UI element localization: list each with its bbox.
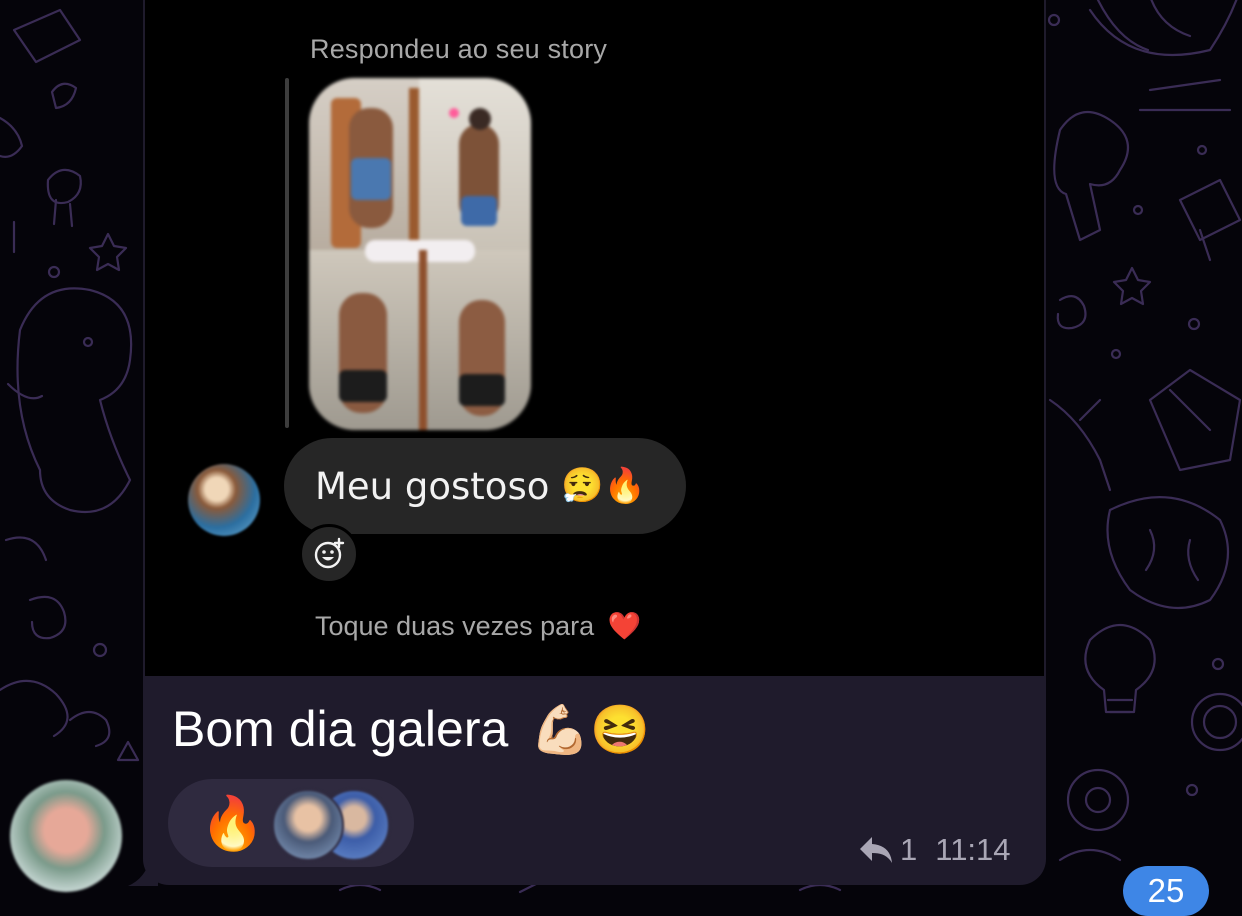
telegram-sender-avatar[interactable] — [10, 780, 122, 892]
message-caption: Bom dia galera 💪🏻😆 — [172, 700, 650, 758]
add-reaction-button[interactable] — [299, 524, 359, 584]
reply-indicator-bar — [285, 78, 289, 428]
reply-icon[interactable] — [858, 835, 894, 865]
heart-icon: ❤️ — [607, 611, 642, 641]
dm-message-bubble[interactable]: Meu gostoso 😮‍💨🔥 — [284, 438, 686, 534]
reaction-pill[interactable]: 🔥 — [168, 779, 414, 867]
reply-count[interactable]: 1 — [900, 832, 917, 868]
story-reply-label: Respondeu ao seu story — [310, 34, 608, 64]
sender-avatar[interactable] — [188, 464, 260, 536]
bubble-tail — [128, 858, 158, 886]
fire-reaction-emoji: 🔥 — [200, 795, 265, 853]
dm-message-emojis: 😮‍💨🔥 — [561, 466, 647, 506]
double-tap-hint-text: Toque duas vezes para — [315, 611, 595, 641]
message-time: 11:14 — [935, 832, 1011, 867]
double-tap-hint: Toque duas vezes para ❤️ — [315, 610, 641, 642]
message-caption-text: Bom dia galera — [172, 701, 509, 757]
story-thumbnail — [309, 78, 531, 430]
reactor-avatar — [272, 789, 344, 861]
unread-count-badge[interactable]: 25 — [1123, 866, 1209, 916]
message-meta: 1 11:14 — [858, 830, 1011, 870]
message-caption-emojis: 💪🏻😆 — [530, 704, 650, 757]
emoji-plus-icon — [314, 537, 345, 569]
dm-message-text: Meu gostoso — [315, 464, 550, 508]
attached-screenshot-image[interactable]: Respondeu ao seu story Meu gostoso 😮‍💨🔥 — [145, 0, 1044, 676]
